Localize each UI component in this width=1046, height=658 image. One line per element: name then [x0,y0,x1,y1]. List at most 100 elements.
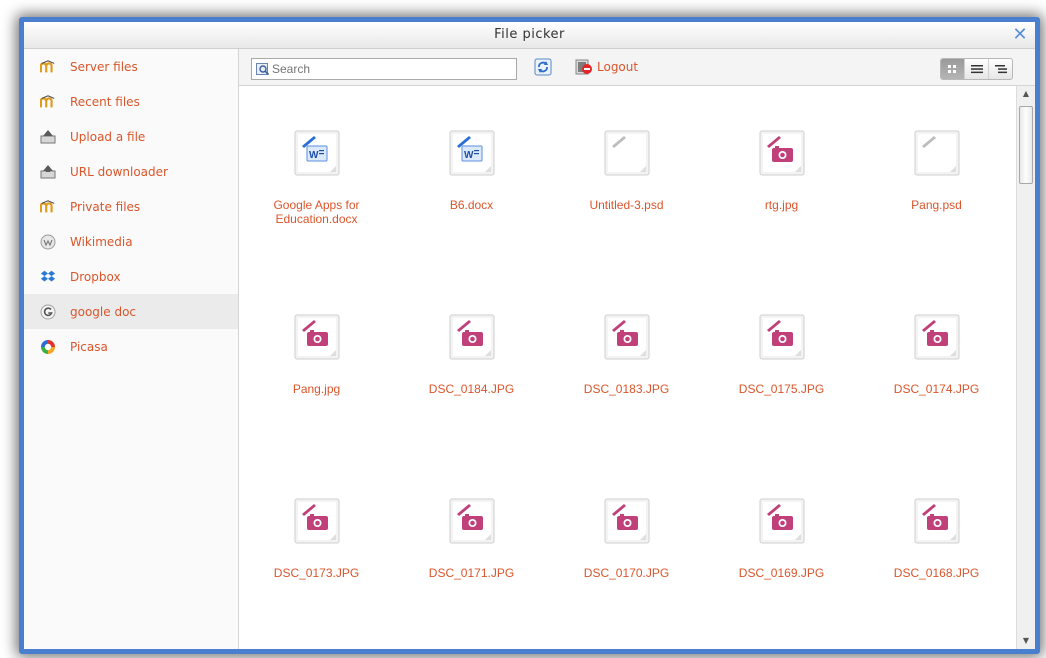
wikimedia-icon [40,234,56,250]
file-tile[interactable]: Pang.psd [859,86,1014,270]
file-picker-dialog: File picker ✕ Server files Recent files Up… [19,17,1040,654]
close-icon[interactable]: ✕ [1011,26,1029,44]
sidebar-item-label: Server files [70,59,138,74]
dropbox-icon [40,269,56,285]
repository-sidebar: Server files Recent files Upload a file URL… [24,49,239,649]
svg-text:W: W [309,150,319,161]
icons-view-button[interactable] [941,59,965,79]
file-name: Untitled-3.psd [589,198,664,212]
generic-file-icon [604,130,650,176]
sidebar-item[interactable]: Recent files [24,84,238,119]
file-tile[interactable]: DSC_0173.JPG [239,454,394,638]
generic-file-icon [914,130,960,176]
file-name: DSC_0173.JPG [273,566,360,580]
scroll-thumb[interactable] [1019,106,1033,184]
file-tile[interactable]: W Google Apps for Education.docx [239,86,394,270]
image-file-icon [604,314,650,360]
file-name: DSC_0183.JPG [583,382,670,396]
dialog-title: File picker [494,27,565,42]
file-tile[interactable]: DSC_0174.JPG [859,270,1014,454]
file-tile[interactable]: Pang.jpg [239,270,394,454]
view-switcher [940,58,1013,80]
file-tile[interactable]: W B6.docx [394,86,549,270]
file-tile[interactable]: DSC_0184.JPG [394,270,549,454]
image-file-icon [759,130,805,176]
file-name: DSC_0170.JPG [583,566,670,580]
sidebar-item[interactable]: google doc [24,294,238,329]
file-name: DSC_0175.JPG [738,382,825,396]
scroll-down-icon[interactable]: ▼ [1017,633,1035,649]
main-panel: Logout [239,49,1035,649]
image-file-icon [294,314,340,360]
tree-list-icon [994,65,1007,74]
sidebar-item-label: Private files [70,199,141,214]
sidebar-item[interactable]: Private files [24,189,238,224]
toolbar: Logout [239,49,1035,86]
file-tile[interactable]: rtg.jpg [704,86,859,270]
file-tile[interactable]: DSC_0170.JPG [549,454,704,638]
file-name: DSC_0168.JPG [893,566,980,580]
file-name: Pang.jpg [292,382,341,396]
scroll-up-icon[interactable]: ▲ [1017,86,1035,102]
sidebar-item-label: Recent files [70,94,140,109]
search-box[interactable] [251,58,517,80]
moodle-icon [40,59,56,75]
upload-icon [40,129,56,145]
search-input[interactable] [272,62,502,76]
sidebar-item-label: Wikimedia [70,234,133,249]
file-tile[interactable]: DSC_0171.JPG [394,454,549,638]
search-icon [256,62,270,76]
word-file-icon: W [449,130,495,176]
logout-icon [575,59,592,75]
grid-icon [947,65,956,73]
google-icon [40,304,56,320]
file-name: DSC_0174.JPG [893,382,980,396]
sidebar-item-label: URL downloader [70,164,168,179]
sidebar-item[interactable]: URL downloader [24,154,238,189]
file-name: DSC_0169.JPG [738,566,825,580]
sidebar-item[interactable]: Picasa [24,329,238,364]
file-tile[interactable]: Untitled-3.psd [549,86,704,270]
refresh-icon [534,58,552,76]
file-tile[interactable]: DSC_0168.JPG [859,454,1014,638]
moodle-icon [40,94,56,110]
dialog-titlebar: File picker ✕ [24,22,1035,49]
vertical-scrollbar[interactable]: ▲ ▼ [1016,86,1035,649]
svg-text:W: W [464,150,474,161]
sidebar-item-label: Dropbox [70,269,121,284]
file-grid-area: W Google Apps for Education.docx W B6.docx U… [239,86,1017,649]
file-name: B6.docx [449,198,494,212]
logout-button[interactable]: Logout [575,58,638,76]
refresh-button[interactable] [533,57,553,77]
picasa-icon [40,339,56,355]
file-name: rtg.jpg [764,198,799,212]
sidebar-item[interactable]: Wikimedia [24,224,238,259]
sidebar-item[interactable]: Dropbox [24,259,238,294]
image-file-icon [759,314,805,360]
sidebar-item[interactable]: Server files [24,49,238,84]
image-file-icon [294,498,340,544]
file-name: DSC_0184.JPG [428,382,515,396]
image-file-icon [914,498,960,544]
file-name: DSC_0171.JPG [428,566,515,580]
file-grid: W Google Apps for Education.docx W B6.docx U… [239,86,1014,638]
file-name: Pang.psd [911,198,962,212]
image-file-icon [449,498,495,544]
url-download-icon [40,164,56,180]
sidebar-item-label: google doc [70,304,137,319]
image-file-icon [449,314,495,360]
moodle-icon [40,199,56,215]
file-tile[interactable]: DSC_0175.JPG [704,270,859,454]
logout-label: Logout [597,60,639,74]
list-icon [970,65,983,74]
sidebar-item[interactable]: Upload a file [24,119,238,154]
list-view-button[interactable] [965,59,989,79]
sidebar-item-label: Upload a file [70,129,146,144]
file-name: Google Apps for Education.docx [273,198,360,226]
image-file-icon [759,498,805,544]
file-tile[interactable]: DSC_0169.JPG [704,454,859,638]
sidebar-item-label: Picasa [70,339,108,354]
image-file-icon [914,314,960,360]
tree-view-button[interactable] [989,59,1012,79]
file-tile[interactable]: DSC_0183.JPG [549,270,704,454]
